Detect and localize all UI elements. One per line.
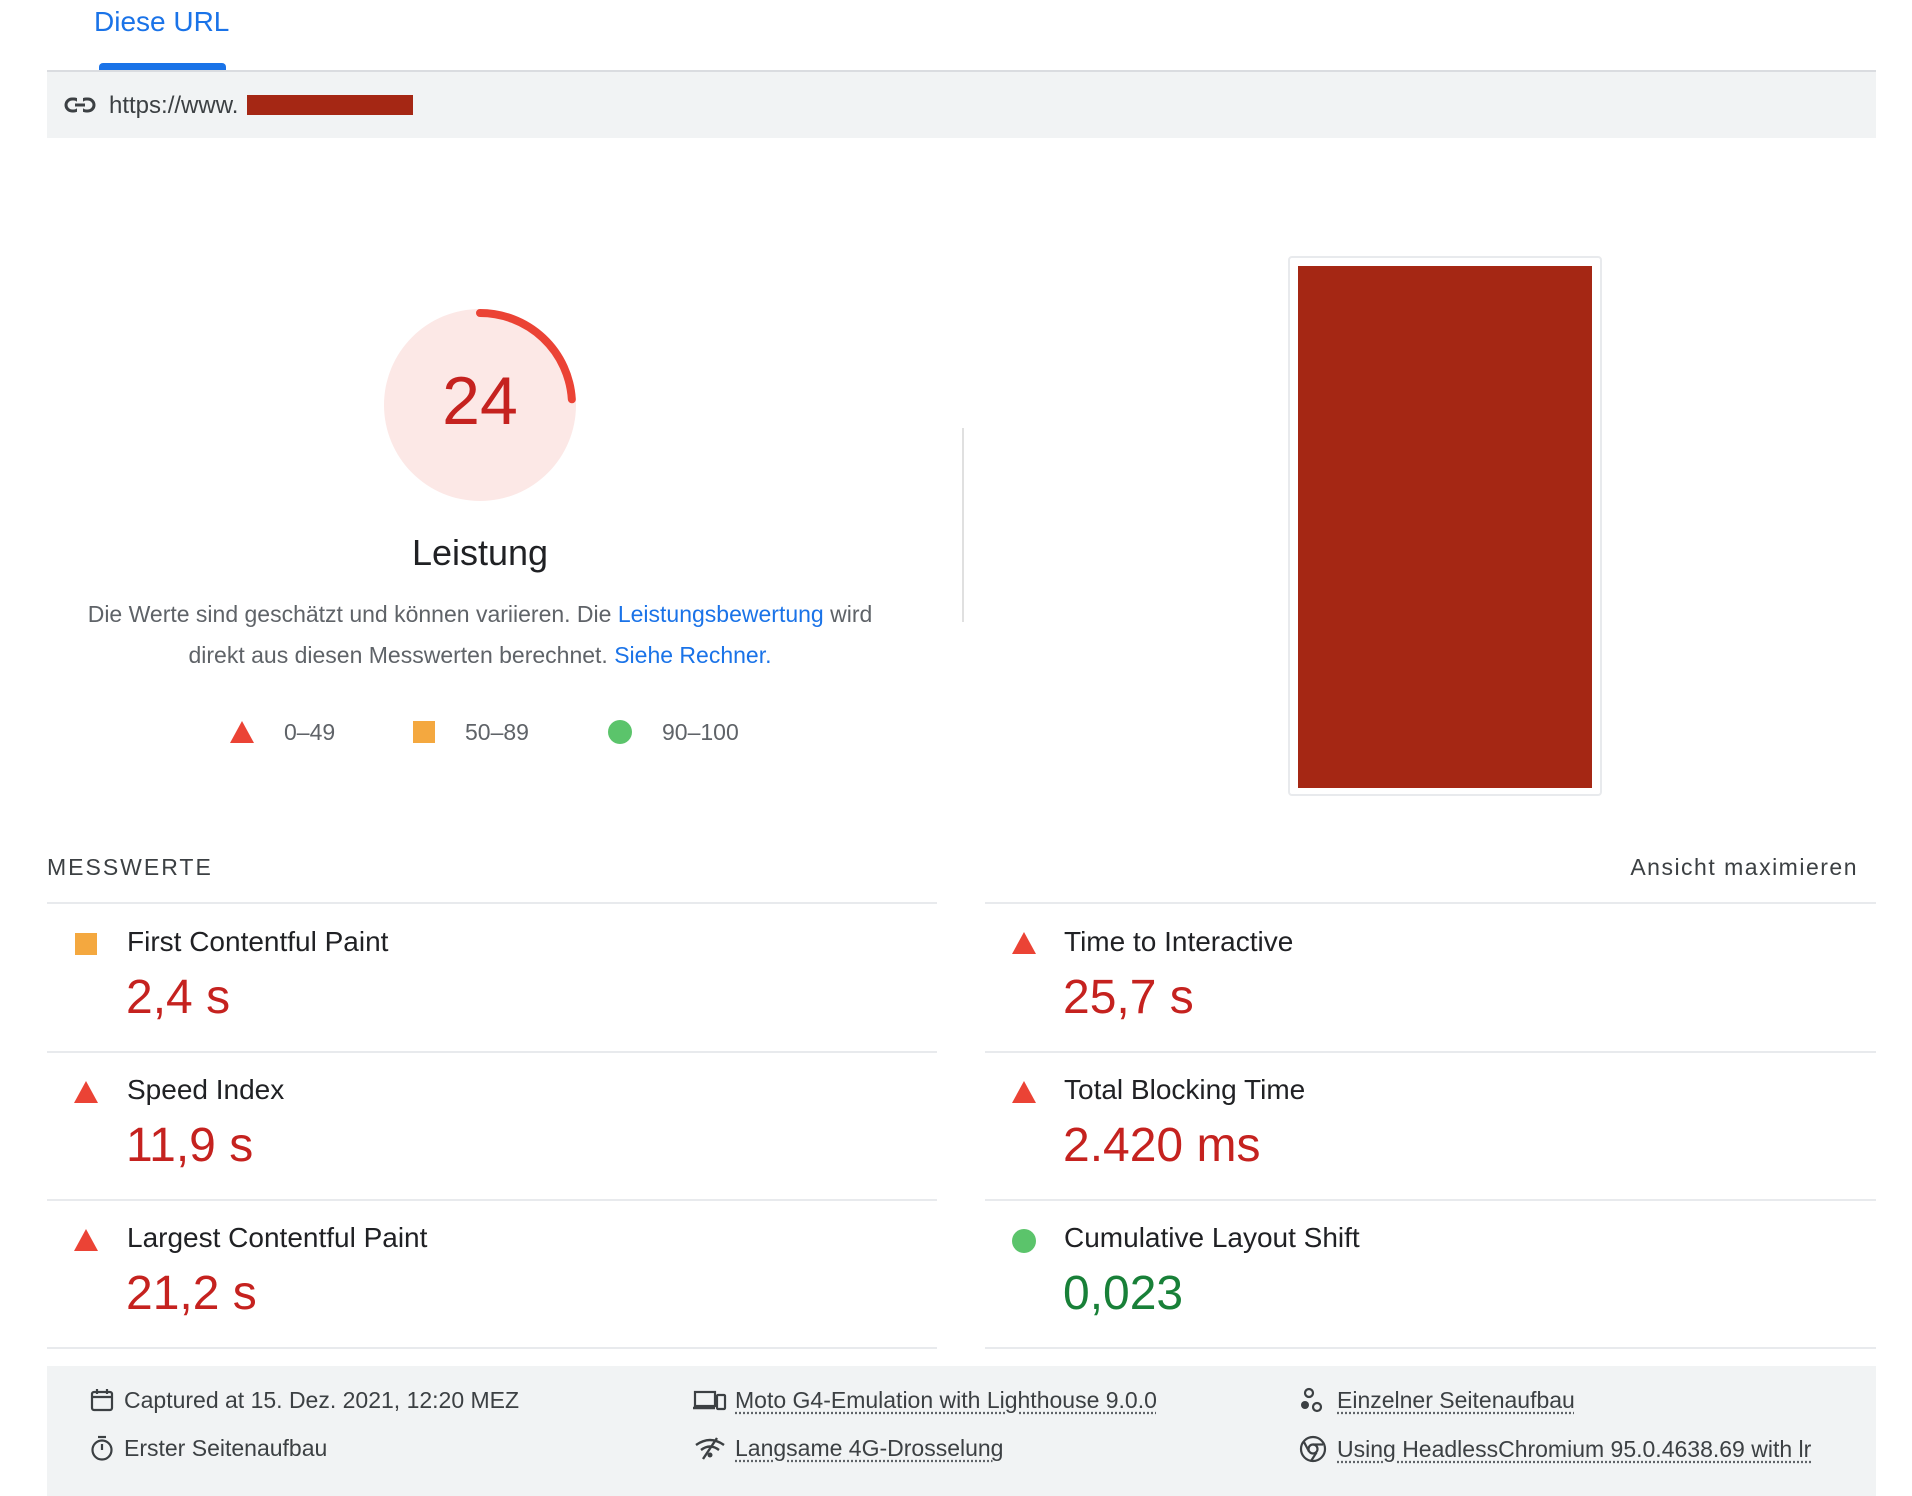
- single-load-icon: [1301, 1387, 1323, 1413]
- browser-text: Using HeadlessChromium 95.0.4638.69 with…: [1337, 1435, 1812, 1462]
- url-redaction: [247, 95, 413, 115]
- metric-name-tti: Time to Interactive: [1064, 926, 1294, 957]
- browser-info[interactable]: Using HeadlessChromium 95.0.4638.69 with…: [1297, 1434, 1811, 1464]
- expand-view-toggle[interactable]: Ansicht maximieren: [1630, 854, 1858, 881]
- metrics-divider: [985, 1347, 1876, 1349]
- green-circle-icon: [608, 720, 632, 744]
- red-triangle-icon: [230, 721, 254, 743]
- legend-item-fail: 0–49: [230, 716, 335, 748]
- legend-item-pass: 90–100: [608, 716, 739, 748]
- screenshot-redaction: [1298, 266, 1592, 788]
- single-load-text: Einzelner Seitenaufbau: [1337, 1386, 1575, 1413]
- metrics-divider: [985, 1199, 1876, 1201]
- performance-score: 24: [442, 363, 518, 439]
- red-triangle-icon: [74, 1081, 98, 1103]
- single-load-info[interactable]: Einzelner Seitenaufbau: [1297, 1386, 1575, 1414]
- legend-label: 0–49: [284, 718, 336, 745]
- metric-name-fcp: First Contentful Paint: [127, 926, 389, 957]
- vertical-divider: [962, 428, 964, 622]
- metrics-section-title: MESSWERTE: [47, 854, 213, 880]
- orange-square-icon: [75, 933, 97, 955]
- throttling-text: Langsame 4G-Drosselung: [735, 1434, 1004, 1461]
- metrics-divider: [47, 1199, 937, 1201]
- tab-diese-url[interactable]: Diese URL: [94, 6, 229, 38]
- calendar-icon: [90, 1389, 114, 1412]
- metric-value-tti: 25,7 s: [1063, 971, 1194, 1024]
- siehe-rechner-link[interactable]: Siehe Rechner.: [614, 642, 771, 668]
- orange-square-icon: [413, 721, 435, 743]
- signal-icon: [695, 1437, 725, 1460]
- throttling-info[interactable]: Langsame 4G-Drosselung: [693, 1434, 1003, 1462]
- description-text-1: Die Werte sind geschätzt und können vari…: [87, 601, 618, 627]
- red-triangle-icon: [1012, 1081, 1036, 1103]
- metric-value-lcp: 21,2 s: [126, 1267, 257, 1320]
- metric-value-speed-index: 11,9 s: [126, 1119, 254, 1172]
- captured-at-info: Captured at 15. Dez. 2021, 12:20 MEZ: [88, 1386, 519, 1414]
- metric-name-speed-index: Speed Index: [127, 1074, 285, 1105]
- first-load-text: Erster Seitenaufbau: [124, 1434, 328, 1461]
- score-title: Leistung: [411, 532, 549, 573]
- metrics-divider: [985, 902, 1876, 904]
- leistungsbewertung-link[interactable]: Leistungsbewertung: [618, 601, 824, 627]
- devices-icon: [693, 1390, 727, 1411]
- legend-label: 50–89: [465, 718, 529, 745]
- metrics-divider: [47, 902, 937, 904]
- link-icon: [64, 97, 96, 113]
- red-triangle-icon: [74, 1229, 98, 1251]
- score-description: Die Werte sind geschätzt und können vari…: [70, 594, 890, 676]
- metric-value-tbt: 2.420 ms: [1063, 1119, 1261, 1172]
- chrome-icon: [1299, 1435, 1327, 1463]
- metric-name-cls: Cumulative Layout Shift: [1064, 1222, 1360, 1253]
- metrics-divider: [985, 1051, 1876, 1053]
- metric-value-fcp: 2,4 s: [126, 971, 231, 1024]
- runtime-settings-footer: Captured at 15. Dez. 2021, 12:20 MEZ Ers…: [47, 1366, 1876, 1496]
- legend-label: 90–100: [662, 718, 739, 745]
- captured-at-text: Captured at 15. Dez. 2021, 12:20 MEZ: [124, 1386, 520, 1413]
- metric-name-lcp: Largest Contentful Paint: [127, 1222, 428, 1253]
- url-prefix: https://www.: [109, 92, 239, 119]
- metrics-divider: [47, 1051, 937, 1053]
- metrics-divider: [47, 1347, 937, 1349]
- red-triangle-icon: [1012, 932, 1036, 954]
- device-text: Moto G4-Emulation with Lighthouse 9.0.0: [735, 1386, 1157, 1413]
- metric-value-cls: 0,023: [1063, 1267, 1184, 1320]
- page-screenshot-thumbnail: [1288, 256, 1602, 796]
- green-circle-icon: [1012, 1229, 1036, 1253]
- device-info[interactable]: Moto G4-Emulation with Lighthouse 9.0.0: [693, 1386, 1157, 1414]
- legend-item-average: 50–89: [413, 716, 529, 748]
- stopwatch-icon: [91, 1435, 113, 1461]
- first-load-info: Erster Seitenaufbau: [88, 1434, 327, 1462]
- metric-name-tbt: Total Blocking Time: [1064, 1074, 1306, 1105]
